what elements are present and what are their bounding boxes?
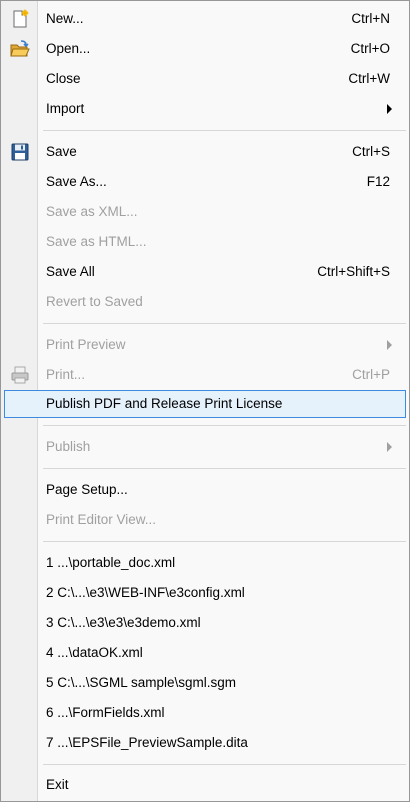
open-folder-icon	[10, 39, 30, 59]
menu-separator	[43, 425, 406, 426]
menu-item-label: Exit	[46, 777, 69, 792]
menu-item-print-preview: Print Preview	[4, 331, 406, 359]
menu-item-label: 1 ...\portable_doc.xml	[46, 555, 176, 570]
menu-item-label: Import	[46, 101, 85, 116]
menu-item-publish-pdf-release-license[interactable]: Publish PDF and Release Print License	[4, 390, 406, 418]
menu-item-shortcut: Ctrl+Shift+S	[317, 264, 390, 279]
menu-item-label: Print...	[46, 367, 86, 382]
file-menu: New... Ctrl+N Open... Ctrl+O Close Ctrl+…	[0, 0, 410, 802]
menu-item-save-all[interactable]: Save All Ctrl+Shift+S	[4, 258, 406, 286]
menu-item-print: Print... Ctrl+P	[4, 361, 406, 389]
menu-item-label: Save	[46, 144, 77, 159]
menu-item-recent-file[interactable]: 1 ...\portable_doc.xml	[4, 549, 406, 577]
menu-item-label: Open...	[46, 41, 91, 56]
menu-item-print-editor-view: Print Editor View...	[4, 506, 406, 534]
menu-item-label: 5 C:\...\SGML sample\sgml.sgm	[46, 675, 237, 690]
menu-item-label: Save As...	[46, 174, 107, 189]
menu-item-label: Print Editor View...	[46, 512, 157, 527]
menu-item-label: Save All	[46, 264, 95, 279]
menu-item-label: New...	[46, 11, 84, 26]
menu-item-save[interactable]: Save Ctrl+S	[4, 138, 406, 166]
menu-item-label: Revert to Saved	[46, 294, 143, 309]
menu-item-save-as-xml: Save as XML...	[4, 198, 406, 226]
menu-item-revert-to-saved: Revert to Saved	[4, 288, 406, 316]
menu-item-label: Save as HTML...	[46, 234, 147, 249]
menu-item-publish: Publish	[4, 433, 406, 461]
menu-item-label: 7 ...\EPSFile_PreviewSample.dita	[46, 735, 248, 750]
menu-item-save-as[interactable]: Save As... F12	[4, 168, 406, 196]
menu-separator	[43, 468, 406, 469]
menu-item-label: Print Preview	[46, 337, 126, 352]
menu-item-label: 4 ...\dataOK.xml	[46, 645, 143, 660]
menu-item-exit[interactable]: Exit	[4, 771, 406, 799]
menu-item-recent-file[interactable]: 6 ...\FormFields.xml	[4, 699, 406, 727]
menu-item-label: Publish	[46, 439, 91, 454]
menu-item-shortcut: Ctrl+N	[351, 11, 390, 26]
submenu-arrow-icon	[387, 340, 392, 350]
menu-item-shortcut: Ctrl+O	[350, 41, 390, 56]
menu-separator	[43, 130, 406, 131]
menu-item-open[interactable]: Open... Ctrl+O	[4, 35, 406, 63]
menu-item-recent-file[interactable]: 4 ...\dataOK.xml	[4, 639, 406, 667]
new-document-icon	[10, 9, 30, 29]
submenu-arrow-icon	[387, 104, 392, 114]
floppy-disk-icon	[10, 142, 30, 162]
menu-item-shortcut: Ctrl+W	[348, 71, 390, 86]
menu-item-label: Publish PDF and Release Print License	[46, 396, 283, 411]
menu-item-new[interactable]: New... Ctrl+N	[4, 5, 406, 33]
menu-item-page-setup[interactable]: Page Setup...	[4, 476, 406, 504]
menu-item-label: Close	[46, 71, 81, 86]
menu-item-recent-file[interactable]: 7 ...\EPSFile_PreviewSample.dita	[4, 729, 406, 757]
menu-item-label: Page Setup...	[46, 482, 128, 497]
printer-icon	[10, 365, 30, 385]
menu-item-shortcut: F12	[366, 174, 390, 189]
menu-item-import[interactable]: Import	[4, 95, 406, 123]
menu-item-recent-file[interactable]: 5 C:\...\SGML sample\sgml.sgm	[4, 669, 406, 697]
menu-item-label: 2 C:\...\e3\WEB-INF\e3config.xml	[46, 585, 245, 600]
menu-item-close[interactable]: Close Ctrl+W	[4, 65, 406, 93]
menu-item-label: 6 ...\FormFields.xml	[46, 705, 165, 720]
submenu-arrow-icon	[387, 442, 392, 452]
menu-item-save-as-html: Save as HTML...	[4, 228, 406, 256]
menu-item-shortcut: Ctrl+P	[352, 367, 390, 382]
menu-item-recent-file[interactable]: 2 C:\...\e3\WEB-INF\e3config.xml	[4, 579, 406, 607]
menu-item-recent-file[interactable]: 3 C:\...\e3\e3\e3demo.xml	[4, 609, 406, 637]
menu-item-label: 3 C:\...\e3\e3\e3demo.xml	[46, 615, 201, 630]
menu-item-shortcut: Ctrl+S	[352, 144, 390, 159]
menu-separator	[43, 541, 406, 542]
menu-separator	[43, 323, 406, 324]
menu-item-label: Save as XML...	[46, 204, 138, 219]
menu-separator	[43, 764, 406, 765]
